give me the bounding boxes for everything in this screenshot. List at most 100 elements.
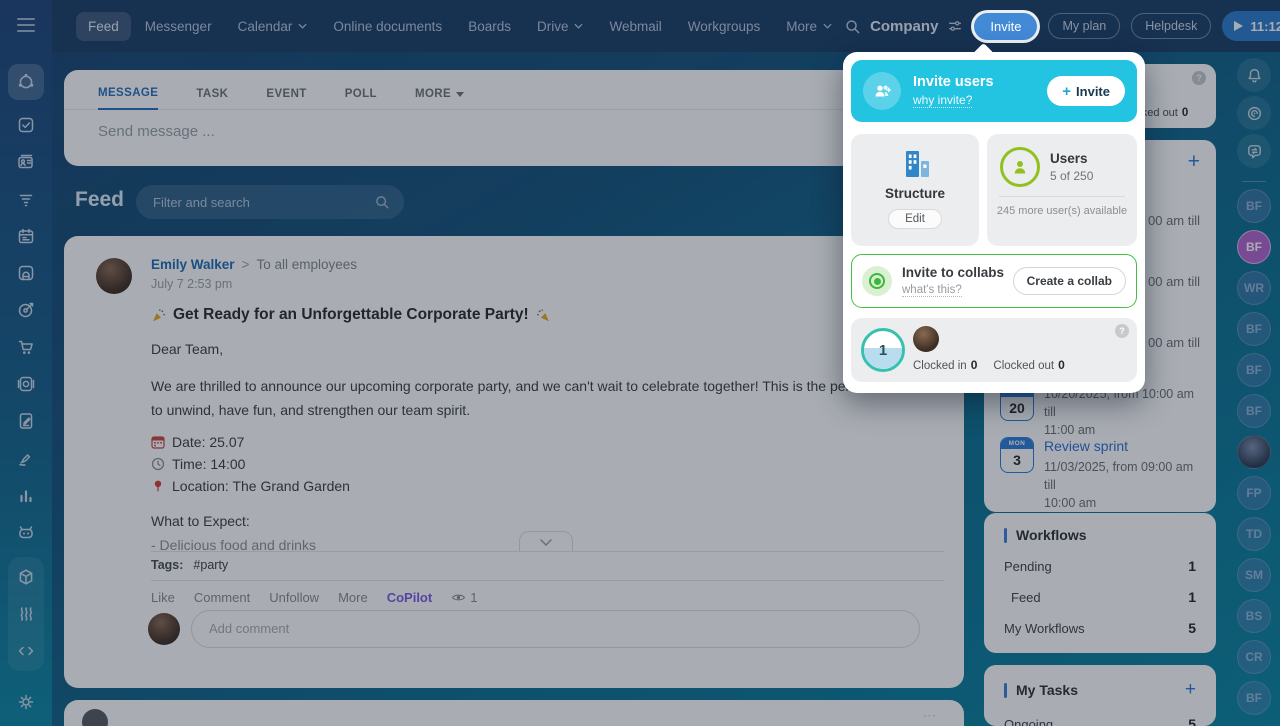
nav-item-calendar[interactable]: Calendar [226, 12, 320, 41]
nav-item-webmail[interactable]: Webmail [597, 12, 673, 41]
sidebar-item-ai-assistant[interactable] [8, 520, 44, 544]
notifications-button[interactable] [1237, 58, 1271, 92]
add-event-button[interactable]: + [1188, 150, 1200, 174]
event-row[interactable]: 00 am till [1148, 213, 1200, 228]
sidebar-item-video-calls[interactable] [8, 372, 44, 396]
rail-avatar[interactable]: BF [1237, 189, 1271, 223]
sidebar-item-calendar[interactable] [8, 224, 44, 248]
popup-invite-button[interactable]: +Invite [1047, 76, 1125, 106]
structure-card[interactable]: Structure Edit [851, 134, 979, 246]
rail-avatar[interactable]: BF [1237, 353, 1271, 387]
tag-party[interactable]: #party [193, 558, 228, 572]
nav-item-more[interactable]: More [774, 12, 844, 41]
sidebar-item-e-signature[interactable] [8, 409, 44, 433]
sidebar-item-store[interactable] [8, 335, 44, 359]
eye-icon [451, 592, 466, 603]
next-feed-post[interactable]: ⋯ [64, 700, 964, 726]
search-icon[interactable] [374, 194, 390, 210]
rail-avatar[interactable]: BS [1237, 599, 1271, 633]
post-detail-time: Time: 14:00 [151, 456, 942, 472]
rail-avatar-photo[interactable] [1237, 435, 1271, 469]
event-date-badge: MON 3 [1000, 437, 1034, 473]
invite-button[interactable]: Invite [974, 13, 1037, 40]
sidebar-item-sign[interactable] [8, 446, 44, 470]
sidebar-item-live-feed[interactable] [8, 64, 44, 100]
tab-event[interactable]: EVENT [266, 88, 306, 109]
work-time-widget[interactable]: 11:12 AM [1222, 11, 1280, 41]
rail-avatar[interactable]: BF [1237, 312, 1271, 346]
feed-filter-input[interactable]: Filter and search [136, 185, 404, 219]
nav-item-feed[interactable]: Feed [76, 12, 131, 41]
rail-avatar[interactable]: BF [1237, 681, 1271, 715]
more-button[interactable]: More [338, 590, 368, 605]
hamburger-menu-icon[interactable] [17, 18, 35, 32]
event-row[interactable]: 00 am till [1148, 274, 1200, 289]
sidebar-item-drive[interactable] [8, 261, 44, 285]
rail-avatar[interactable]: TD [1237, 517, 1271, 551]
tab-message[interactable]: MESSAGE [98, 87, 158, 110]
copilot-button[interactable]: CoPilot [387, 590, 433, 605]
comment-button[interactable]: Comment [194, 590, 250, 605]
workflows-card: Workflows Pending1 Feed1 My Workflows5 [984, 513, 1216, 653]
nav-item-drive[interactable]: Drive [525, 12, 596, 41]
why-invite-link[interactable]: why invite? [913, 93, 972, 108]
event-title-link[interactable]: Review sprint [1044, 437, 1204, 456]
rail-avatar[interactable]: CR [1237, 640, 1271, 674]
popup-time-tracking-card[interactable]: 1 ? Clocked in0 Clocked out0 [851, 318, 1137, 382]
send-message-input[interactable]: Send message ... [98, 123, 964, 140]
nav-item-online-documents[interactable]: Online documents [321, 12, 454, 41]
rail-avatar[interactable]: BF [1237, 230, 1271, 264]
workflow-row-feed[interactable]: Feed1 [1004, 589, 1196, 605]
rail-avatar[interactable]: WR [1237, 271, 1271, 305]
feed-post: Emily Walker > To all employees July 7 2… [64, 236, 964, 688]
add-comment-input[interactable]: Add comment [191, 610, 920, 648]
like-button[interactable]: Like [151, 590, 175, 605]
help-icon[interactable]: ? [1115, 324, 1129, 338]
rail-avatar[interactable]: FP [1237, 476, 1271, 510]
sidebar-item-employees[interactable] [8, 150, 44, 174]
add-task-button[interactable]: + [1185, 679, 1196, 701]
rail-avatar[interactable]: BF [1237, 394, 1271, 428]
sidebar-item-tasks[interactable] [8, 113, 44, 137]
nav-item-messenger[interactable]: Messenger [133, 12, 224, 41]
clock-time: 11:12 [1250, 19, 1280, 34]
tab-more[interactable]: MORE [415, 88, 464, 109]
nav-item-boards[interactable]: Boards [456, 12, 523, 41]
create-collab-button[interactable]: Create a collab [1013, 267, 1126, 295]
workflow-row-my-workflows[interactable]: My Workflows5 [1004, 620, 1196, 636]
nav-item-workgroups[interactable]: Workgroups [676, 12, 773, 41]
post-author-avatar[interactable] [96, 258, 132, 294]
whats-this-link[interactable]: what's this? [902, 284, 962, 297]
sidebar-item-developer[interactable] [8, 639, 44, 663]
event-row[interactable]: MON 3 Review sprint 11/03/2025, from 09:… [1000, 437, 1204, 512]
tab-poll[interactable]: POLL [345, 88, 377, 109]
sidebar-item-analytics[interactable] [8, 483, 44, 507]
helpdesk-button[interactable]: Helpdesk [1131, 13, 1211, 39]
event-row[interactable]: 00 am till [1148, 335, 1200, 350]
my-plan-button[interactable]: My plan [1048, 13, 1120, 39]
sidebar-item-flows[interactable] [8, 602, 44, 626]
users-card[interactable]: Users 5 of 250 245 more user(s) availabl… [987, 134, 1137, 246]
tab-task[interactable]: TASK [196, 88, 228, 109]
help-icon[interactable]: ? [1192, 71, 1206, 85]
task-row-ongoing[interactable]: Ongoing5 [1004, 716, 1196, 726]
event-row[interactable]: MON 20 10/20/2025, from 10:00 am till 11… [1000, 385, 1204, 439]
invite-to-collabs-card[interactable]: Invite to collabs what's this? Create a … [851, 254, 1137, 308]
expand-post-button[interactable] [519, 531, 573, 552]
sidebar-item-automation[interactable] [8, 565, 44, 589]
structure-edit-button[interactable]: Edit [888, 209, 942, 229]
rail-avatar[interactable]: SM [1237, 558, 1271, 592]
sidebar-item-settings[interactable] [16, 692, 36, 712]
search-scope-label[interactable]: Company [870, 18, 938, 35]
unfollow-button[interactable]: Unfollow [269, 590, 319, 605]
sidebar-item-marketing[interactable] [8, 298, 44, 322]
divider [999, 196, 1125, 197]
workflow-row-pending[interactable]: Pending1 [1004, 558, 1196, 574]
messenger-sync-button[interactable] [1237, 134, 1271, 168]
copilot-button[interactable] [1237, 96, 1271, 130]
global-search[interactable]: Company [844, 18, 963, 35]
sidebar-item-crm[interactable] [8, 187, 44, 211]
post-author-link[interactable]: Emily Walker [151, 257, 235, 272]
filter-sliders-icon[interactable] [947, 18, 963, 34]
post-audience[interactable]: To all employees [256, 257, 357, 272]
